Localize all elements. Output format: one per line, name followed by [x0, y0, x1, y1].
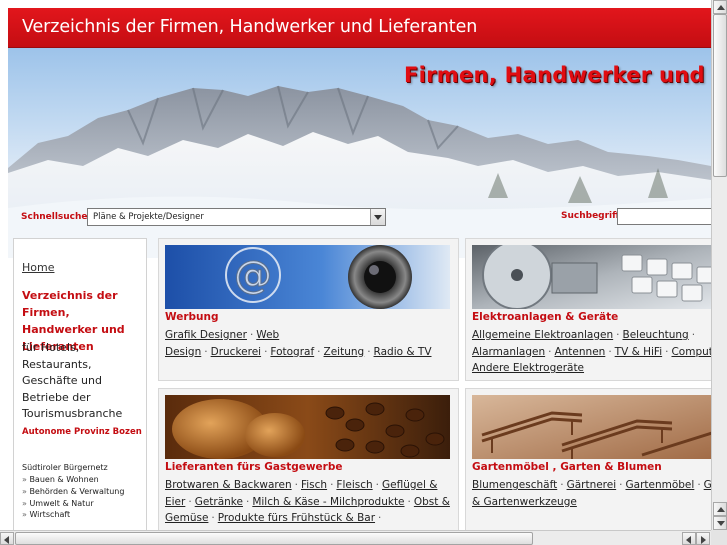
quick-search-value: Pläne & Projekte/Designer [93, 212, 204, 222]
vertical-scroll-thumb[interactable] [713, 14, 727, 177]
network-heading: Südtiroler Bürgernetz [22, 463, 108, 472]
panel-title-elektro: Elektroanlagen & Geräte [472, 311, 619, 323]
site-title: Verzeichnis der Firmen, Handwerker und L… [22, 17, 478, 37]
link-fotograf[interactable]: Fotograf [270, 346, 314, 358]
svg-text:@: @ [234, 253, 272, 297]
link-getraenke[interactable]: Getränke [195, 496, 243, 508]
panel-links-gastgewerbe: Brotwaren & Backwaren · Fisch · Fleisch · Gefl… [165, 479, 450, 524]
title-bar: Verzeichnis der Firmen, Handwerker und L… [8, 8, 711, 48]
scrollbar-corner [711, 530, 727, 545]
sidebar-description: für Hotels, Restaurants, Geschäfte und B… [22, 341, 123, 420]
link-blumengeschaeft[interactable]: Blumengeschäft [472, 479, 557, 491]
link-druckerei[interactable]: Druckerei [211, 346, 261, 358]
network-item-umwelt[interactable]: Umwelt & Natur [22, 499, 124, 511]
link-grafik-designer[interactable]: Grafik Designer [165, 329, 247, 341]
dropdown-arrow-icon[interactable] [370, 209, 385, 225]
category-panel-garten: Gartenmöbel , Garten & Blumen Blumengesc… [465, 388, 711, 530]
link-fleisch[interactable]: Fleisch [336, 479, 372, 491]
sidebar: Home Verzeichnis der Firmen, Handwerker … [13, 238, 147, 530]
vertical-scrollbar[interactable] [711, 0, 727, 530]
network-item-bauen[interactable]: Bauen & Wohnen [22, 475, 124, 487]
gastgewerbe-image [165, 395, 450, 459]
panel-links-garten: Blumengeschäft·Gärtnerei·Gartenmöbel·Gar… [472, 477, 711, 510]
horizontal-scrollbar[interactable] [0, 530, 711, 545]
quick-search-label: Schnellsuche: [21, 212, 92, 222]
province-link[interactable]: Autonome Provinz Bozen [22, 426, 144, 439]
panel-title-gastgewerbe: Lieferanten fürs Gastgewerbe [165, 461, 343, 473]
garten-image [472, 395, 711, 459]
scroll-down-icon[interactable] [713, 516, 727, 530]
link-fisch[interactable]: Fisch [301, 479, 327, 491]
link-fruehstueck-bar[interactable]: Produkte fürs Frühstück & Bar [218, 512, 375, 524]
link-gaertnerei[interactable]: Gärtnerei [567, 479, 617, 491]
link-andere-elektrogeraete[interactable]: Andere Elektrogeräte [472, 362, 584, 374]
link-zeitung[interactable]: Zeitung [324, 346, 365, 358]
link-brotwaren[interactable]: Brotwaren & Backwaren [165, 479, 292, 491]
link-allgemeine-elektroanlagen[interactable]: Allgemeine Elektroanlagen [472, 329, 613, 341]
link-antennen[interactable]: Antennen [554, 346, 605, 358]
scroll-up-icon[interactable] [713, 0, 727, 14]
scroll-left-icon[interactable] [0, 532, 14, 545]
home-link[interactable]: Home [22, 261, 54, 274]
quick-search-select[interactable]: Pläne & Projekte/Designer [87, 208, 386, 226]
scroll-left-icon[interactable] [682, 532, 696, 545]
panel-links-werbung: Grafik Designer · Web Design · Druckerei · Fot… [165, 329, 432, 358]
link-computer[interactable]: Computer [671, 346, 711, 358]
page: Verzeichnis der Firmen, Handwerker und L… [0, 0, 711, 530]
link-alarmanlagen[interactable]: Alarmanlagen [472, 346, 545, 358]
link-tv-hifi[interactable]: TV & HiFi [615, 346, 662, 358]
network-item-wirtschaft[interactable]: Wirtschaft [22, 510, 124, 522]
network-item-behoerden[interactable]: Behörden & Verwaltung [22, 487, 124, 499]
horizontal-scroll-thumb[interactable] [15, 532, 533, 545]
category-panel-elektro: Elektroanlagen & Geräte Allgemeine Elekt… [465, 238, 711, 381]
category-panel-werbung: @ Werbung Grafik Designer · Web Design · Dru… [158, 238, 459, 381]
werbung-image: @ [165, 245, 450, 309]
panel-links-elektro: Allgemeine Elektroanlagen · Beleuchtung · A… [472, 327, 711, 377]
panel-title-garten: Gartenmöbel , Garten & Blumen [472, 461, 662, 473]
link-milch-kaese[interactable]: Milch & Käse - Milchprodukte [252, 496, 404, 508]
network-list: Bauen & Wohnen Behörden & Verwaltung Umw… [22, 475, 124, 522]
link-radio-tv[interactable]: Radio & TV [374, 346, 432, 358]
link-gartenmoebel[interactable]: Gartenmöbel [626, 479, 695, 491]
elektro-image [472, 245, 711, 309]
category-panel-gastgewerbe: Lieferanten fürs Gastgewerbe Brotwaren &… [158, 388, 459, 530]
panel-title-werbung: Werbung [165, 311, 219, 323]
search-term-label: Suchbegriff: [561, 211, 624, 221]
scroll-right-icon[interactable] [696, 532, 710, 545]
link-beleuchtung[interactable]: Beleuchtung [622, 329, 688, 341]
search-term-input[interactable] [617, 208, 711, 225]
banner-slogan: Firmen, Handwerker und Lieferanten [404, 63, 711, 87]
search-row: Schnellsuche: Pläne & Projekte/Designer … [8, 205, 711, 233]
scroll-up-icon[interactable] [713, 502, 727, 516]
